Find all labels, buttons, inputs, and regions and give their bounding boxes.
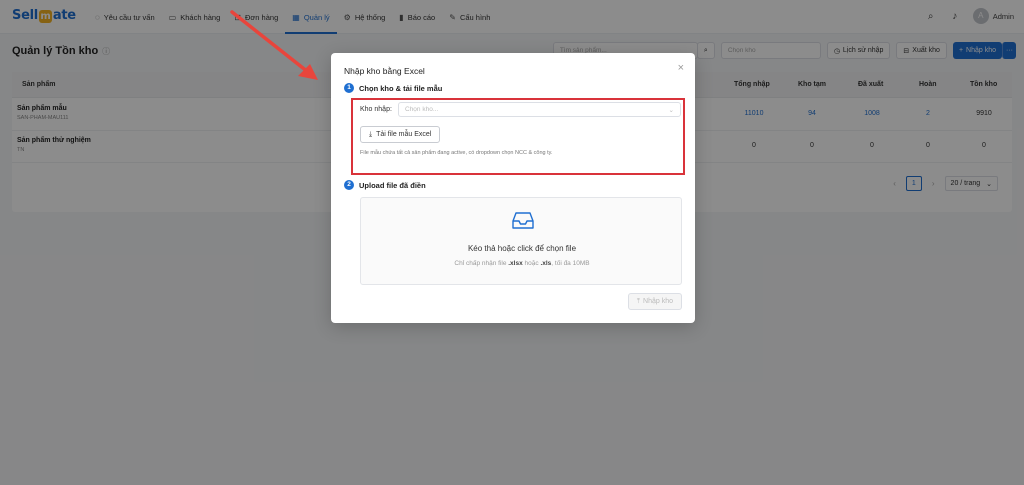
inbox-icon <box>512 212 534 229</box>
modal-title: Nhập kho bằng Excel <box>344 66 425 76</box>
step-2-header: 2 Upload file đã điền <box>344 180 426 190</box>
step-label: Upload file đã điền <box>359 180 426 190</box>
step-number-badge: 1 <box>344 83 354 93</box>
download-icon: ⤓ <box>369 130 373 138</box>
chevron-down-icon: ⌄ <box>668 106 674 114</box>
file-drop-zone[interactable]: Kéo thả hoặc click để chọn file Chỉ chấp… <box>360 197 682 285</box>
excel-import-modal: Nhập kho bằng Excel × 1 Chọn kho & tải f… <box>331 53 695 323</box>
warehouse-label: Kho nhập: <box>360 106 392 113</box>
close-icon[interactable]: × <box>678 62 684 74</box>
step-number-badge: 2 <box>344 180 354 190</box>
submit-import-button[interactable]: ⤒ Nhập kho <box>627 293 682 310</box>
step-label: Chọn kho & tải file mẫu <box>359 83 443 93</box>
drop-zone-subtitle: Chỉ chấp nhận file .xlsx hoặc .xls, tối … <box>454 260 590 267</box>
step-1-header: 1 Chọn kho & tải file mẫu <box>344 83 442 93</box>
download-template-button[interactable]: ⤓ Tải file mẫu Excel <box>360 126 441 143</box>
drop-zone-title: Kéo thả hoặc click để chọn file <box>467 244 577 253</box>
upload-icon: ⤒ <box>636 297 641 305</box>
template-hint: File mẫu chứa tất cả sản phẩm đang activ… <box>360 150 553 156</box>
warehouse-select[interactable]: Chọn kho... ⌄ <box>398 102 681 117</box>
